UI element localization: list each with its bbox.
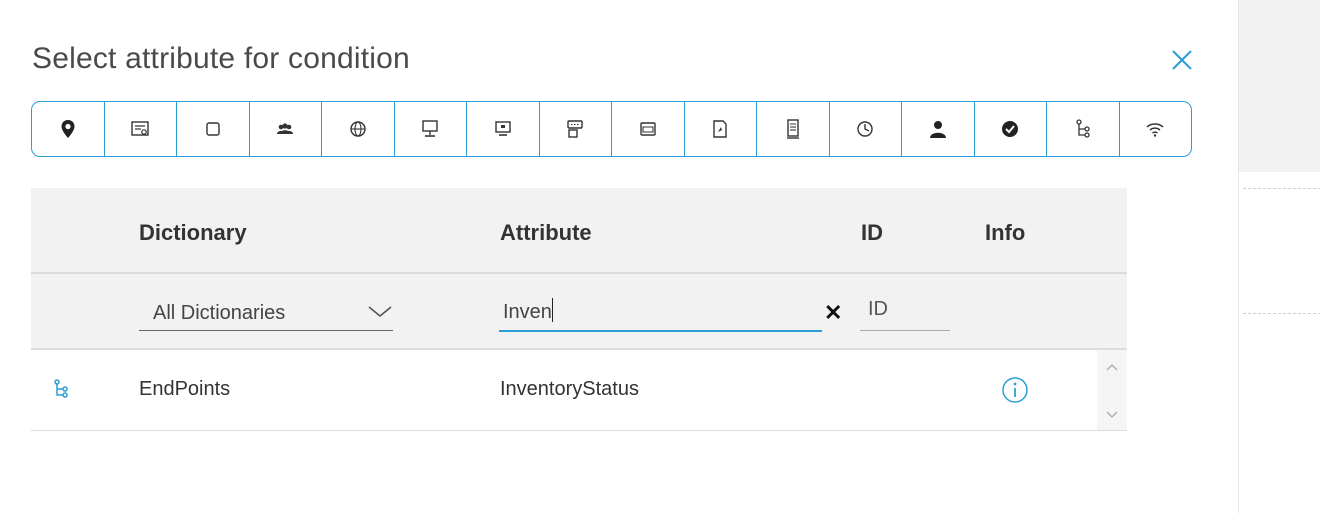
attribute-filter-input[interactable]: Inven: [499, 292, 822, 332]
toolbar-button-wireless[interactable]: [1120, 102, 1192, 156]
scroll-down-icon[interactable]: [1105, 410, 1119, 420]
server-icon: [786, 119, 799, 139]
toolbar-button-network[interactable]: [322, 102, 395, 156]
toolbar-button-inbox[interactable]: [612, 102, 685, 156]
user-icon: [929, 121, 946, 138]
endpoint-tree-icon: [54, 379, 68, 398]
toolbar-button-endpoints[interactable]: [1047, 102, 1120, 156]
toolbar-button-posture[interactable]: [975, 102, 1047, 156]
clear-filter-icon[interactable]: ✕: [824, 300, 842, 326]
column-header-dictionary[interactable]: Dictionary: [139, 220, 247, 246]
check-circle-icon: [1002, 121, 1019, 137]
endpoint-tree-icon: [1076, 119, 1090, 138]
toolbar-button-device[interactable]: [540, 102, 612, 156]
info-icon[interactable]: [1001, 376, 1029, 404]
monitor-icon: [495, 121, 511, 136]
background-panel: [1238, 0, 1320, 513]
clock-icon: [857, 121, 873, 137]
table-header: Dictionary Attribute ID Info: [31, 188, 1127, 274]
attribute-filter-value: Inven: [503, 301, 552, 323]
background-panel-header: [1239, 0, 1320, 172]
row-dictionary: EndPoints: [139, 378, 231, 400]
column-header-attribute[interactable]: Attribute: [500, 220, 592, 246]
location-pin-icon: [61, 120, 75, 138]
toolbar-button-generic[interactable]: [177, 102, 250, 156]
certificate-document-icon: [713, 120, 727, 138]
globe-icon: [350, 121, 366, 137]
column-header-id[interactable]: ID: [861, 220, 883, 246]
toolbar-button-identity[interactable]: [105, 102, 177, 156]
square-icon: [206, 122, 220, 136]
divider: [1243, 313, 1320, 314]
dictionary-filter-select[interactable]: All Dictionaries: [139, 296, 393, 331]
group-icon: [277, 123, 294, 134]
chevron-down-icon: [368, 306, 392, 318]
column-header-info: Info: [985, 220, 1026, 245]
text-cursor: [551, 298, 553, 322]
computer-icon: [422, 120, 438, 137]
scroll-up-icon[interactable]: [1105, 362, 1119, 372]
attribute-category-toolbar: [31, 101, 1192, 157]
close-icon[interactable]: [1168, 46, 1196, 74]
toolbar-button-monitor[interactable]: [467, 102, 540, 156]
network-device-icon: [567, 120, 583, 138]
toolbar-button-computer[interactable]: [395, 102, 467, 156]
divider: [1243, 188, 1320, 189]
inbox-icon: [640, 122, 656, 136]
id-filter-placeholder: ID: [868, 298, 888, 320]
scrollbar[interactable]: [1097, 350, 1127, 430]
toolbar-button-certificate[interactable]: [685, 102, 757, 156]
wifi-icon: [1146, 123, 1164, 137]
identity-card-icon: [131, 121, 149, 136]
table-row[interactable]: EndPoints InventoryStatus: [31, 350, 1127, 431]
dictionary-filter-value: All Dictionaries: [153, 302, 286, 324]
id-filter-input[interactable]: ID: [860, 292, 950, 331]
filter-row: All Dictionaries Inven ✕ ID: [31, 274, 1127, 350]
toolbar-button-time[interactable]: [830, 102, 902, 156]
row-attribute: InventoryStatus: [500, 378, 639, 400]
toolbar-button-server[interactable]: [757, 102, 830, 156]
toolbar-button-location[interactable]: [32, 102, 105, 156]
dialog-title: Select attribute for condition: [32, 42, 410, 75]
toolbar-button-user[interactable]: [902, 102, 975, 156]
toolbar-button-groups[interactable]: [250, 102, 322, 156]
